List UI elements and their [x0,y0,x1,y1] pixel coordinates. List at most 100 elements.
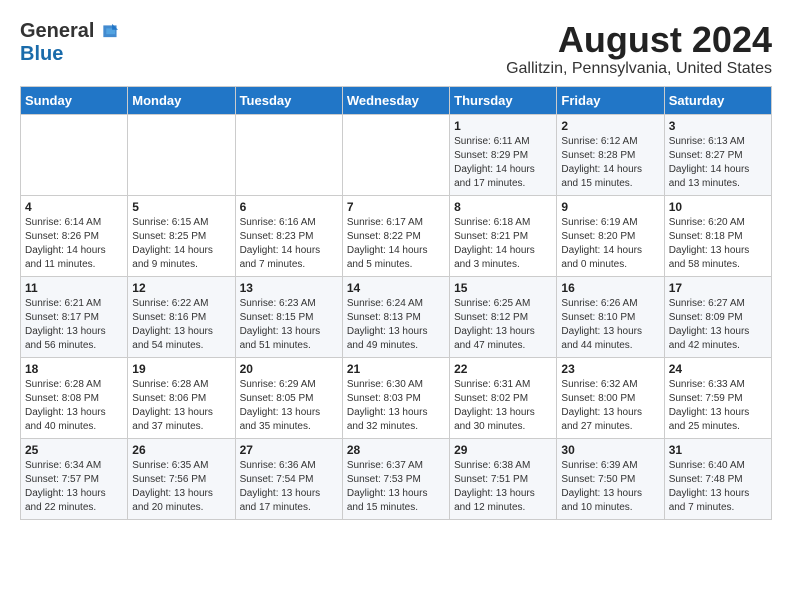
cell-content: Sunrise: 6:12 AM Sunset: 8:28 PM Dayligh… [561,135,659,191]
calendar-cell: 20 Sunrise: 6:29 AM Sunset: 8:05 PM Dayli… [235,357,342,438]
header-monday: Monday [128,86,235,114]
calendar-cell: 9 Sunrise: 6:19 AM Sunset: 8:20 PM Daylig… [557,195,664,276]
day-number: 28 [347,443,445,457]
day-number: 20 [240,362,338,376]
cell-content: Sunrise: 6:23 AM Sunset: 8:15 PM Dayligh… [240,297,338,353]
day-number: 27 [240,443,338,457]
title-block: August 2024 Gallitzin, Pennsylvania, Uni… [506,20,772,78]
cell-content: Sunrise: 6:33 AM Sunset: 7:59 PM Dayligh… [669,378,767,434]
cell-content: Sunrise: 6:28 AM Sunset: 8:08 PM Dayligh… [25,378,123,434]
cell-content: Sunrise: 6:14 AM Sunset: 8:26 PM Dayligh… [25,216,123,272]
day-number: 6 [240,200,338,214]
cell-content: Sunrise: 6:38 AM Sunset: 7:51 PM Dayligh… [454,459,552,515]
day-number: 14 [347,281,445,295]
calendar-week-5: 25 Sunrise: 6:34 AM Sunset: 7:57 PM Dayli… [21,438,772,519]
day-number: 4 [25,200,123,214]
header-wednesday: Wednesday [342,86,449,114]
cell-content: Sunrise: 6:37 AM Sunset: 7:53 PM Dayligh… [347,459,445,515]
day-number: 29 [454,443,552,457]
day-number: 3 [669,119,767,133]
calendar-cell: 23Sunrise: 6:32 AM Sunset: 8:00 PM Dayli… [557,357,664,438]
day-number: 7 [347,200,445,214]
calendar-cell: 19 Sunrise: 6:28 AM Sunset: 8:06 PM Dayli… [128,357,235,438]
calendar-cell: 31Sunrise: 6:40 AM Sunset: 7:48 PM Dayli… [664,438,771,519]
day-number: 30 [561,443,659,457]
day-number: 9 [561,200,659,214]
calendar-header-row: SundayMondayTuesdayWednesdayThursdayFrid… [21,86,772,114]
day-number: 10 [669,200,767,214]
day-number: 22 [454,362,552,376]
day-number: 25 [25,443,123,457]
cell-content: Sunrise: 6:26 AM Sunset: 8:10 PM Dayligh… [561,297,659,353]
calendar-cell: 1Sunrise: 6:11 AM Sunset: 8:29 PM Daylig… [450,114,557,195]
header-saturday: Saturday [664,86,771,114]
cell-content: Sunrise: 6:29 AM Sunset: 8:05 PM Dayligh… [240,378,338,434]
logo-blue-text: Blue [20,43,63,66]
day-number: 18 [25,362,123,376]
calendar-cell [128,114,235,195]
day-number: 11 [25,281,123,295]
cell-content: Sunrise: 6:40 AM Sunset: 7:48 PM Dayligh… [669,459,767,515]
calendar-table: SundayMondayTuesdayWednesdayThursdayFrid… [20,86,772,520]
cell-content: Sunrise: 6:31 AM Sunset: 8:02 PM Dayligh… [454,378,552,434]
day-number: 15 [454,281,552,295]
calendar-cell: 17 Sunrise: 6:27 AM Sunset: 8:09 PM Dayli… [664,276,771,357]
calendar-cell [235,114,342,195]
calendar-cell: 27 Sunrise: 6:36 AM Sunset: 7:54 PM Dayli… [235,438,342,519]
cell-content: Sunrise: 6:27 AM Sunset: 8:09 PM Dayligh… [669,297,767,353]
header-tuesday: Tuesday [235,86,342,114]
calendar-cell: 6 Sunrise: 6:16 AM Sunset: 8:23 PM Daylig… [235,195,342,276]
calendar-cell: 21 Sunrise: 6:30 AM Sunset: 8:03 PM Dayli… [342,357,449,438]
calendar-cell: 3 Sunrise: 6:13 AM Sunset: 8:27 PM Daylig… [664,114,771,195]
calendar-cell: 18 Sunrise: 6:28 AM Sunset: 8:08 PM Dayli… [21,357,128,438]
cell-content: Sunrise: 6:16 AM Sunset: 8:23 PM Dayligh… [240,216,338,272]
calendar-cell: 13Sunrise: 6:23 AM Sunset: 8:15 PM Dayli… [235,276,342,357]
calendar-cell: 12 Sunrise: 6:22 AM Sunset: 8:16 PM Dayli… [128,276,235,357]
header-thursday: Thursday [450,86,557,114]
logo-icon [96,21,118,43]
day-number: 16 [561,281,659,295]
calendar-cell: 8Sunrise: 6:18 AM Sunset: 8:21 PM Daylig… [450,195,557,276]
calendar-cell [21,114,128,195]
calendar-cell: 22 Sunrise: 6:31 AM Sunset: 8:02 PM Dayli… [450,357,557,438]
day-number: 17 [669,281,767,295]
day-number: 21 [347,362,445,376]
cell-content: Sunrise: 6:20 AM Sunset: 8:18 PM Dayligh… [669,216,767,272]
day-number: 2 [561,119,659,133]
day-number: 19 [132,362,230,376]
calendar-cell: 7 Sunrise: 6:17 AM Sunset: 8:22 PM Daylig… [342,195,449,276]
calendar-cell: 26Sunrise: 6:35 AM Sunset: 7:56 PM Dayli… [128,438,235,519]
day-number: 5 [132,200,230,214]
calendar-week-2: 4 Sunrise: 6:14 AM Sunset: 8:26 PM Daylig… [21,195,772,276]
calendar-cell: 4 Sunrise: 6:14 AM Sunset: 8:26 PM Daylig… [21,195,128,276]
cell-content: Sunrise: 6:30 AM Sunset: 8:03 PM Dayligh… [347,378,445,434]
cell-content: Sunrise: 6:36 AM Sunset: 7:54 PM Dayligh… [240,459,338,515]
cell-content: Sunrise: 6:24 AM Sunset: 8:13 PM Dayligh… [347,297,445,353]
calendar-week-4: 18 Sunrise: 6:28 AM Sunset: 8:08 PM Dayli… [21,357,772,438]
calendar-week-1: 1Sunrise: 6:11 AM Sunset: 8:29 PM Daylig… [21,114,772,195]
cell-content: Sunrise: 6:17 AM Sunset: 8:22 PM Dayligh… [347,216,445,272]
day-number: 12 [132,281,230,295]
header-friday: Friday [557,86,664,114]
calendar-cell: 5Sunrise: 6:15 AM Sunset: 8:25 PM Daylig… [128,195,235,276]
logo-general-text: General [20,20,94,43]
cell-content: Sunrise: 6:22 AM Sunset: 8:16 PM Dayligh… [132,297,230,353]
calendar-cell: 2 Sunrise: 6:12 AM Sunset: 8:28 PM Daylig… [557,114,664,195]
calendar-week-3: 11Sunrise: 6:21 AM Sunset: 8:17 PM Dayli… [21,276,772,357]
cell-content: Sunrise: 6:39 AM Sunset: 7:50 PM Dayligh… [561,459,659,515]
calendar-cell: 29 Sunrise: 6:38 AM Sunset: 7:51 PM Dayli… [450,438,557,519]
cell-content: Sunrise: 6:19 AM Sunset: 8:20 PM Dayligh… [561,216,659,272]
calendar-cell: 15Sunrise: 6:25 AM Sunset: 8:12 PM Dayli… [450,276,557,357]
month-title: August 2024 [506,20,772,60]
cell-content: Sunrise: 6:28 AM Sunset: 8:06 PM Dayligh… [132,378,230,434]
cell-content: Sunrise: 6:13 AM Sunset: 8:27 PM Dayligh… [669,135,767,191]
calendar-cell: 25 Sunrise: 6:34 AM Sunset: 7:57 PM Dayli… [21,438,128,519]
location-title: Gallitzin, Pennsylvania, United States [506,60,772,78]
day-number: 8 [454,200,552,214]
cell-content: Sunrise: 6:11 AM Sunset: 8:29 PM Dayligh… [454,135,552,191]
cell-content: Sunrise: 6:34 AM Sunset: 7:57 PM Dayligh… [25,459,123,515]
header-sunday: Sunday [21,86,128,114]
calendar-cell: 11Sunrise: 6:21 AM Sunset: 8:17 PM Dayli… [21,276,128,357]
calendar-cell: 14 Sunrise: 6:24 AM Sunset: 8:13 PM Dayli… [342,276,449,357]
day-number: 23 [561,362,659,376]
